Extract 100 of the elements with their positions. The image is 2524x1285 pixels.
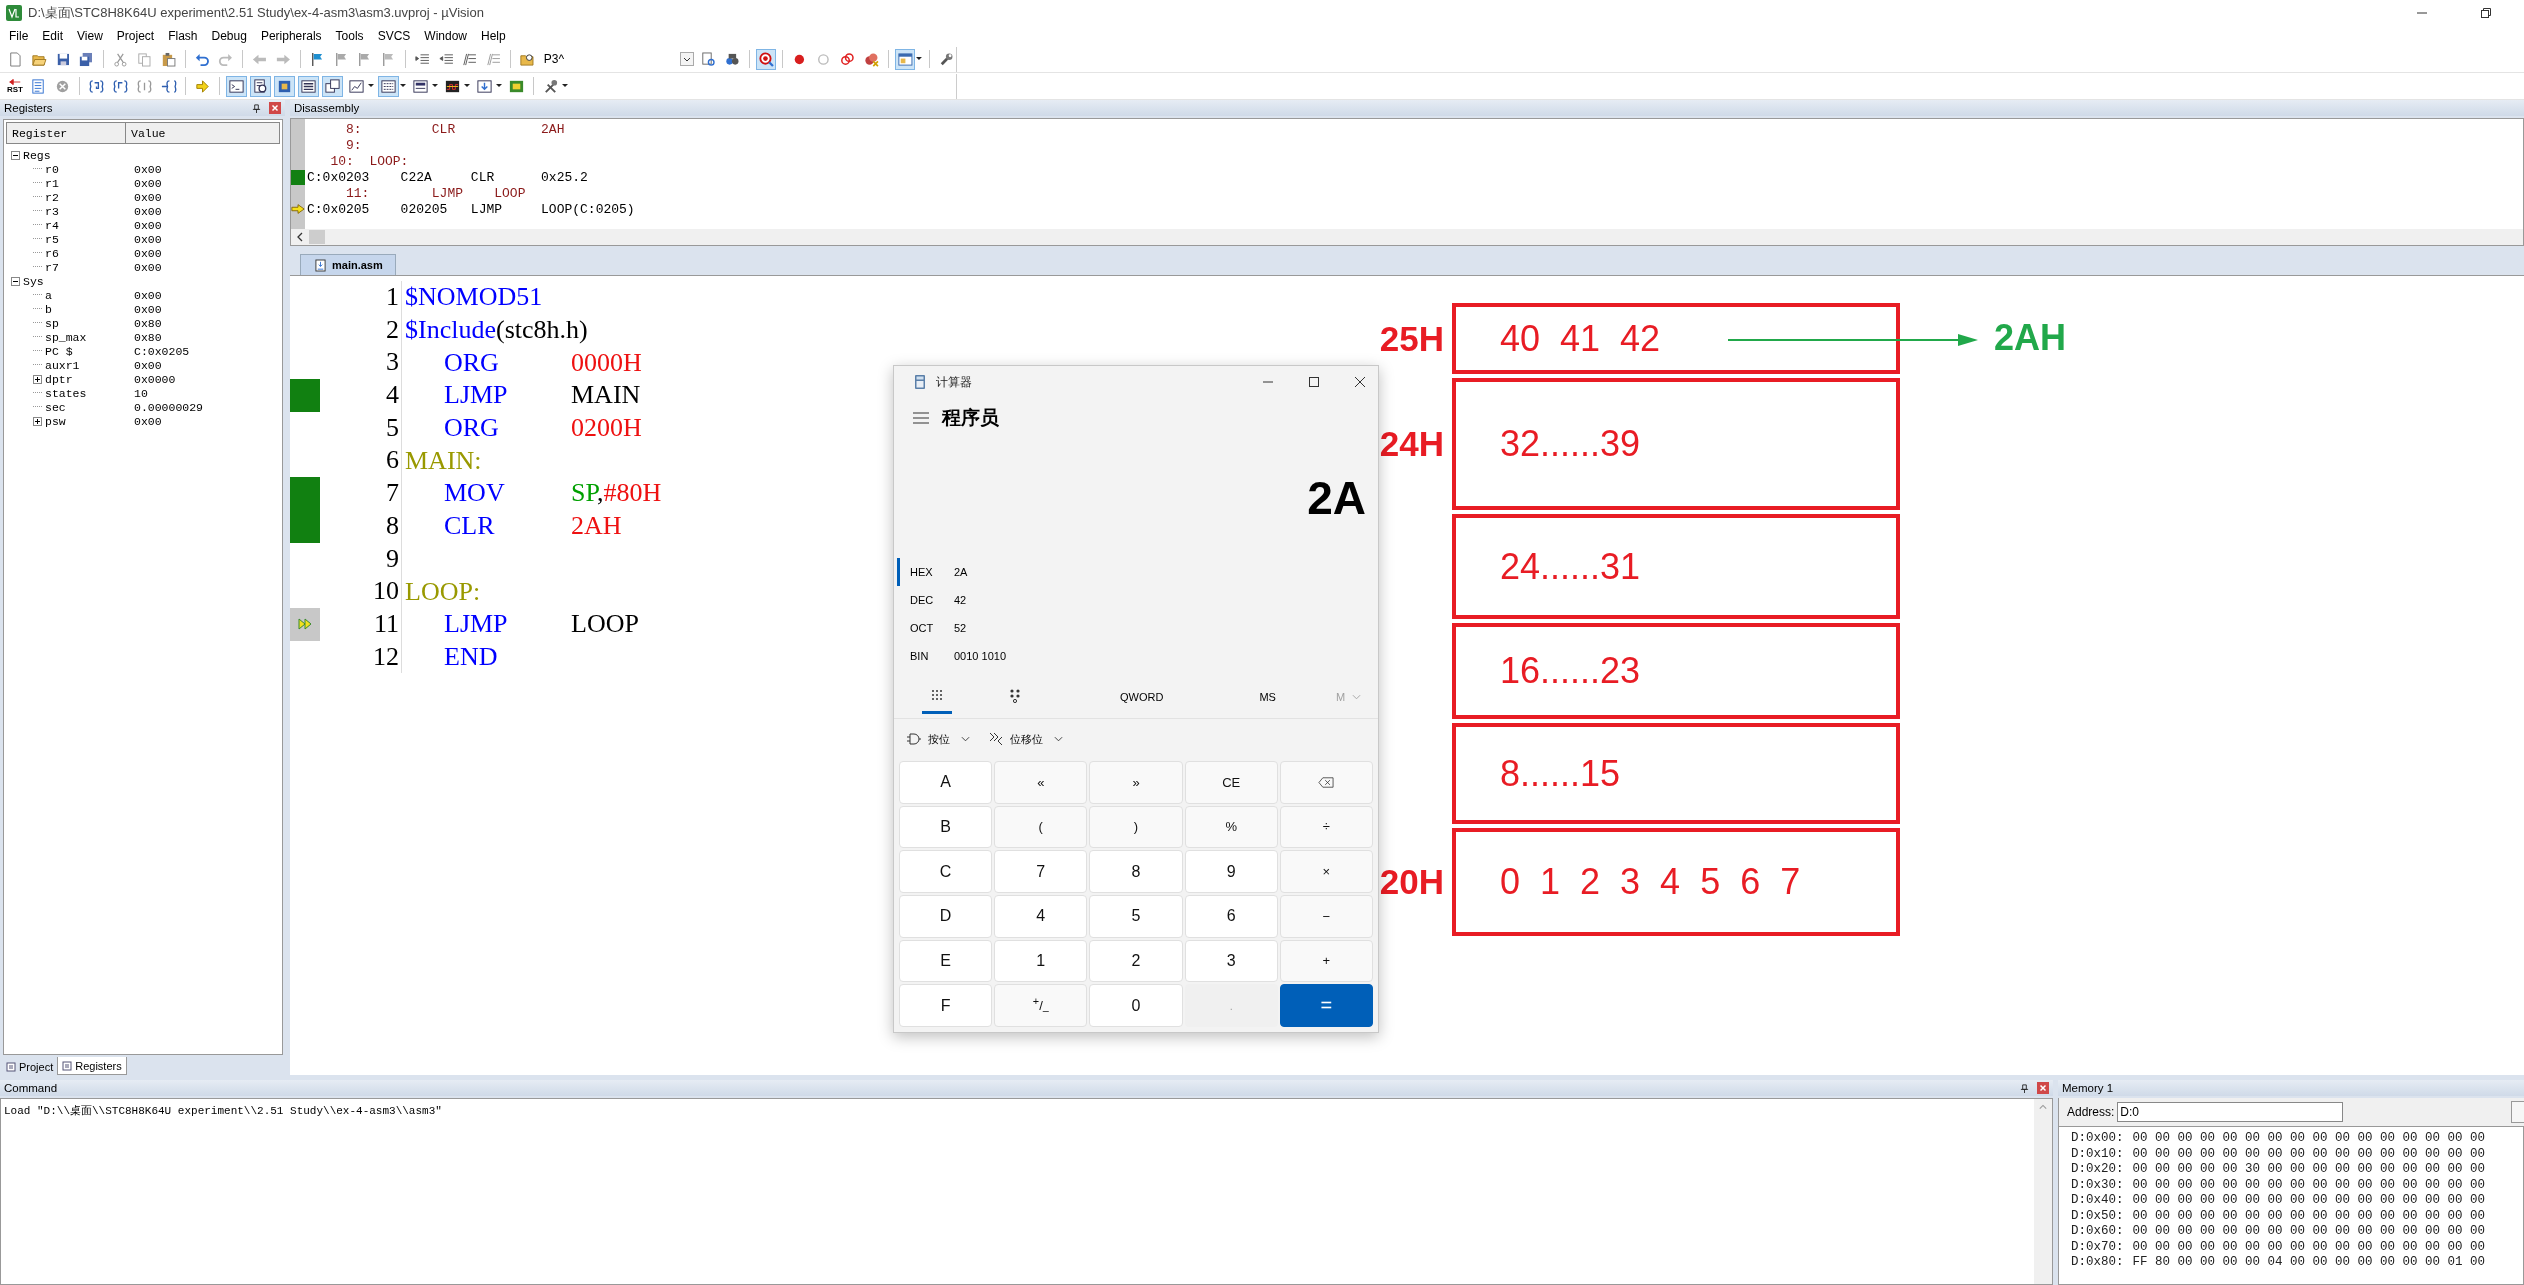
maximize-icon[interactable]: [1308, 376, 1320, 388]
calculator-key[interactable]: »: [1089, 761, 1183, 804]
menu-item[interactable]: Project: [109, 29, 162, 43]
calculator-key[interactable]: ): [1089, 805, 1183, 849]
calculator-key[interactable]: E: [899, 939, 993, 983]
menu-item[interactable]: Flash: [161, 29, 205, 43]
memory-button[interactable]: MS: [1259, 691, 1276, 703]
dropdown-button[interactable]: 按位: [906, 731, 970, 747]
register-name[interactable]: r2: [45, 190, 134, 204]
dropdown-arrow-icon[interactable]: [368, 84, 374, 88]
column-header[interactable]: Value: [126, 123, 279, 143]
register-name[interactable]: dptr: [45, 372, 134, 386]
dropdown-arrow-icon[interactable]: [496, 84, 502, 88]
dropdown-arrow-icon[interactable]: [464, 84, 470, 88]
column-header[interactable]: Register: [7, 123, 126, 143]
scrollbar-thumb[interactable]: [309, 230, 325, 244]
register-name[interactable]: states: [45, 386, 134, 400]
pin-icon[interactable]: [252, 103, 261, 113]
calculator-key[interactable]: (: [994, 805, 1088, 849]
calculator-key[interactable]: 6: [1184, 895, 1278, 938]
register-name[interactable]: PC $: [45, 344, 134, 358]
find-combo[interactable]: P3^: [541, 49, 694, 69]
expand-toggle-icon[interactable]: [33, 416, 42, 426]
calculator-key[interactable]: %: [1184, 805, 1278, 849]
calculator-key[interactable]: +: [1279, 939, 1373, 983]
scroll-left-icon[interactable]: [296, 232, 304, 242]
register-name[interactable]: r7: [45, 260, 134, 274]
horizontal-scrollbar[interactable]: [290, 229, 2524, 246]
calculator-key[interactable]: ×: [1279, 850, 1373, 893]
menu-item[interactable]: Debug: [204, 29, 254, 43]
calculator-key[interactable]: «: [994, 761, 1088, 804]
close-icon[interactable]: [1354, 376, 1366, 388]
register-name[interactable]: r6: [45, 246, 134, 260]
calculator-key[interactable]: B: [899, 805, 993, 849]
calculator-key[interactable]: 9: [1184, 850, 1278, 893]
calculator-key[interactable]: 7: [994, 850, 1088, 893]
calculator-key[interactable]: 2: [1089, 939, 1183, 983]
calculator-key[interactable]: CE: [1184, 761, 1278, 804]
calculator-key[interactable]: 0: [1089, 984, 1183, 1027]
dropdown-arrow-icon[interactable]: [432, 84, 438, 88]
register-name[interactable]: psw: [45, 414, 134, 428]
calculator-key[interactable]: 5: [1089, 895, 1183, 938]
menu-item[interactable]: File: [2, 29, 36, 43]
calculator-key[interactable]: 3: [1184, 939, 1278, 983]
menu-item[interactable]: Peripherals: [253, 29, 329, 43]
calculator-key[interactable]: 8: [1089, 850, 1183, 893]
register-name[interactable]: a: [45, 288, 134, 302]
menu-item[interactable]: Edit: [35, 29, 71, 43]
vertical-scrollbar[interactable]: [2034, 1099, 2052, 1284]
find-document-icon[interactable]: [699, 49, 718, 69]
expand-toggle-icon[interactable]: [33, 374, 42, 384]
calculator-key[interactable]: D: [899, 895, 993, 938]
calculator-key[interactable]: $^{+}$/$_{–}$: [994, 984, 1088, 1027]
window-layout-icon[interactable]: [895, 49, 915, 69]
menu-item[interactable]: SVCS: [370, 29, 418, 43]
dropdown-arrow-icon[interactable]: [562, 84, 568, 88]
register-name[interactable]: auxr1: [45, 358, 134, 372]
collapse-toggle-icon[interactable]: [11, 276, 20, 286]
menu-item[interactable]: Tools: [328, 29, 371, 43]
calculator-key[interactable]: F: [899, 984, 993, 1027]
register-name[interactable]: sp_max: [45, 330, 134, 344]
menu-icon[interactable]: [913, 412, 929, 424]
disassembly-window-icon[interactable]: [251, 76, 270, 96]
menu-item[interactable]: Window: [417, 29, 474, 43]
registers-window-icon[interactable]: [299, 76, 318, 96]
calculator-key[interactable]: 4: [994, 895, 1088, 938]
address-field[interactable]: D:0: [2117, 1102, 2344, 1122]
reset-button[interactable]: RST: [6, 78, 24, 94]
calculator-key[interactable]: A: [899, 761, 993, 804]
calculator-key[interactable]: 1: [994, 939, 1088, 983]
panel-tab[interactable]: Registers: [57, 1057, 127, 1075]
debug-magnifier-icon[interactable]: [756, 49, 776, 69]
symbols-window-icon[interactable]: [275, 76, 294, 96]
register-name[interactable]: r0: [45, 162, 134, 176]
call-stack-icon[interactable]: [323, 76, 342, 96]
radix-row[interactable]: BIN 0010 1010: [897, 642, 1378, 670]
tree-group-label[interactable]: Regs: [23, 148, 51, 162]
register-name[interactable]: r3: [45, 204, 134, 218]
register-name[interactable]: r5: [45, 232, 134, 246]
radix-row[interactable]: OCT 52: [897, 614, 1378, 642]
calculator-key[interactable]: C: [899, 850, 993, 893]
restore-icon[interactable]: [2480, 7, 2492, 19]
tree-group-label[interactable]: Sys: [23, 274, 44, 288]
file-tab[interactable]: main.asm: [300, 254, 396, 275]
collapse-toggle-icon[interactable]: [11, 150, 20, 160]
word-size-button[interactable]: QWORD: [1120, 691, 1164, 703]
pin-icon[interactable]: [2020, 1083, 2029, 1093]
register-name[interactable]: sp: [45, 316, 134, 330]
calculator-key[interactable]: ÷: [1279, 805, 1373, 849]
memory-window-icon[interactable]: [379, 76, 398, 96]
register-name[interactable]: b: [45, 302, 134, 316]
register-name[interactable]: r4: [45, 218, 134, 232]
register-name[interactable]: sec: [45, 400, 134, 414]
menu-item[interactable]: View: [70, 29, 110, 43]
calculator-key[interactable]: −: [1279, 895, 1373, 938]
dropdown-arrow-icon[interactable]: [916, 57, 923, 61]
dropdown-arrow-icon[interactable]: [400, 84, 406, 88]
calculator-key[interactable]: =: [1279, 984, 1373, 1027]
menu-item[interactable]: Help: [474, 29, 513, 43]
register-name[interactable]: r1: [45, 176, 134, 190]
